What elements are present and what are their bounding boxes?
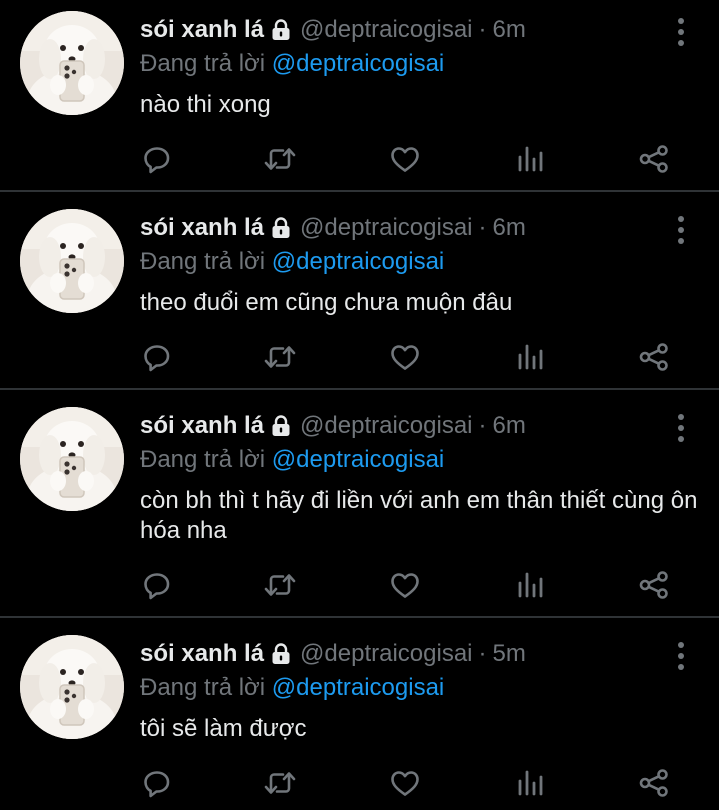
separator: · [478, 412, 487, 439]
timeline: sói xanh lá @deptraicogisai · 6m Đang tr… [0, 0, 719, 808]
replying-to-label: Đang trả lời [140, 446, 266, 473]
avatar[interactable] [20, 635, 124, 739]
like-icon [389, 342, 421, 372]
share-icon [638, 144, 670, 174]
retweet-icon [263, 570, 297, 600]
views-icon [516, 342, 544, 372]
tweet[interactable]: sói xanh lá @deptraicogisai · 5m Đang tr… [0, 618, 719, 808]
tweet-header: sói xanh lá @deptraicogisai · 5m [140, 638, 526, 670]
mention-link[interactable]: @deptraicogisai [272, 446, 444, 473]
like-button[interactable] [388, 142, 422, 176]
user-handle[interactable]: @deptraicogisai [300, 14, 472, 46]
more-options-button[interactable] [677, 18, 685, 46]
retweet-button[interactable] [263, 766, 297, 800]
user-name[interactable]: sói xanh lá [140, 410, 264, 442]
like-button[interactable] [388, 568, 422, 602]
views-button[interactable] [513, 142, 547, 176]
replying-to-label: Đang trả lời [140, 50, 266, 77]
retweet-icon [263, 144, 297, 174]
reply-button[interactable] [140, 568, 174, 602]
tweet-header: sói xanh lá @deptraicogisai · 6m [140, 212, 526, 244]
tweet-text: còn bh thì t hãy đi liền với anh em thân… [140, 487, 698, 544]
like-icon [389, 570, 421, 600]
views-button[interactable] [513, 340, 547, 374]
replying-to-label: Đang trả lời [140, 674, 266, 701]
tweet-text: theo đuổi em cũng chưa muộn đâu [140, 289, 513, 316]
tweet-text: nào thi xong [140, 91, 271, 118]
tweet-text: tôi sẽ làm được [140, 715, 307, 742]
user-handle[interactable]: @deptraicogisai [300, 212, 472, 244]
timestamp[interactable]: 6m [493, 212, 526, 244]
separator: · [478, 640, 487, 667]
lock-icon [270, 415, 292, 437]
share-button[interactable] [637, 766, 671, 800]
replying-to: Đang trả lời @deptraicogisai [140, 48, 444, 80]
separator: · [478, 16, 487, 43]
separator: · [478, 214, 487, 241]
like-button[interactable] [388, 340, 422, 374]
lock-icon [270, 19, 292, 41]
reply-icon [142, 342, 172, 372]
user-name[interactable]: sói xanh lá [140, 14, 264, 46]
reply-button[interactable] [140, 766, 174, 800]
action-bar [0, 568, 719, 602]
more-options-button[interactable] [677, 216, 685, 244]
reply-icon [142, 144, 172, 174]
more-options-button[interactable] [677, 414, 685, 442]
timestamp[interactable]: 6m [493, 14, 526, 46]
replying-to-label: Đang trả lời [140, 248, 266, 275]
retweet-button[interactable] [263, 568, 297, 602]
reply-button[interactable] [140, 142, 174, 176]
replying-to: Đang trả lời @deptraicogisai [140, 246, 444, 278]
like-button[interactable] [388, 766, 422, 800]
share-button[interactable] [637, 568, 671, 602]
lock-icon [270, 217, 292, 239]
retweet-button[interactable] [263, 340, 297, 374]
replying-to: Đang trả lời @deptraicogisai [140, 444, 444, 476]
views-button[interactable] [513, 766, 547, 800]
tweet-header: sói xanh lá @deptraicogisai · 6m [140, 14, 526, 46]
reply-button[interactable] [140, 340, 174, 374]
avatar[interactable] [20, 11, 124, 115]
views-icon [516, 768, 544, 798]
lock-icon [270, 643, 292, 665]
views-button[interactable] [513, 568, 547, 602]
reply-icon [142, 570, 172, 600]
tweet[interactable]: sói xanh lá @deptraicogisai · 6m Đang tr… [0, 390, 719, 616]
retweet-button[interactable] [263, 142, 297, 176]
mention-link[interactable]: @deptraicogisai [272, 248, 444, 275]
user-name[interactable]: sói xanh lá [140, 638, 264, 670]
action-bar [0, 340, 719, 374]
more-options-button[interactable] [677, 642, 685, 670]
reply-icon [142, 768, 172, 798]
views-icon [516, 144, 544, 174]
timestamp[interactable]: 6m [493, 410, 526, 442]
tweet-header: sói xanh lá @deptraicogisai · 6m [140, 410, 526, 442]
tweet[interactable]: sói xanh lá @deptraicogisai · 6m Đang tr… [0, 0, 719, 190]
share-button[interactable] [637, 142, 671, 176]
like-icon [389, 144, 421, 174]
views-icon [516, 570, 544, 600]
action-bar [0, 142, 719, 176]
mention-link[interactable]: @deptraicogisai [272, 674, 444, 701]
user-handle[interactable]: @deptraicogisai [300, 410, 472, 442]
share-icon [638, 768, 670, 798]
avatar[interactable] [20, 209, 124, 313]
user-name[interactable]: sói xanh lá [140, 212, 264, 244]
user-handle[interactable]: @deptraicogisai [300, 638, 472, 670]
mention-link[interactable]: @deptraicogisai [272, 50, 444, 77]
replying-to: Đang trả lời @deptraicogisai [140, 672, 444, 704]
retweet-icon [263, 768, 297, 798]
share-icon [638, 570, 670, 600]
action-bar [0, 766, 719, 800]
timestamp[interactable]: 5m [493, 638, 526, 670]
share-icon [638, 342, 670, 372]
share-button[interactable] [637, 340, 671, 374]
retweet-icon [263, 342, 297, 372]
tweet[interactable]: sói xanh lá @deptraicogisai · 6m Đang tr… [0, 192, 719, 388]
like-icon [389, 768, 421, 798]
avatar[interactable] [20, 407, 124, 511]
